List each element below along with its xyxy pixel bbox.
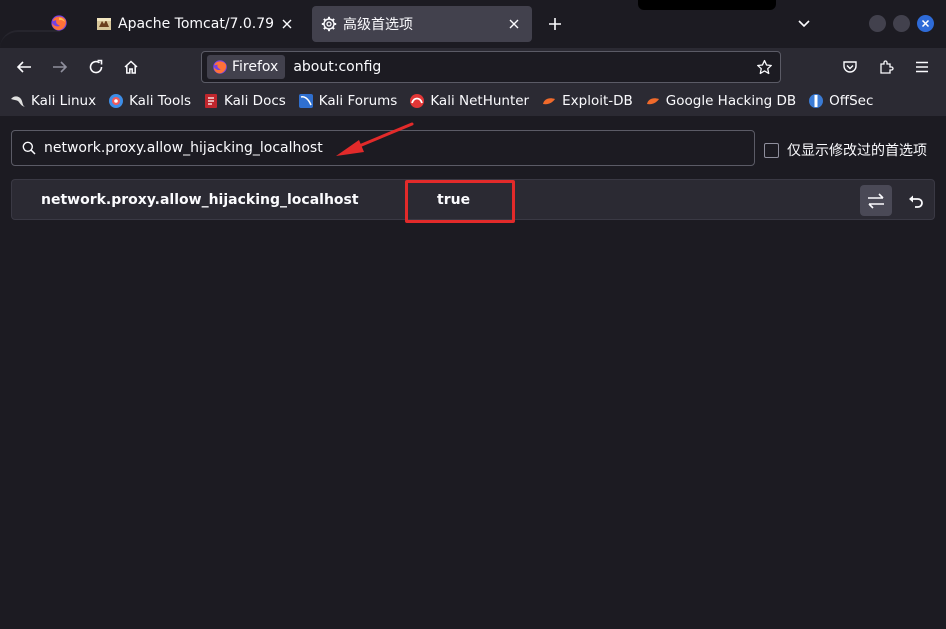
pocket-icon <box>843 61 857 73</box>
titlebar-notch <box>638 0 776 10</box>
home-icon <box>124 60 138 74</box>
hamburger-menu-icon <box>916 61 928 73</box>
identity-box[interactable]: Firefox <box>207 55 286 79</box>
show-modified-only-label: 仅显示修改过的首选项 <box>787 143 927 159</box>
reset-button[interactable] <box>900 185 932 216</box>
pocket-button[interactable] <box>836 53 864 81</box>
bookmarks-toolbar: Kali Linux Kali Tools Kali Docs Kali For… <box>0 86 946 116</box>
list-all-tabs-button[interactable] <box>792 12 816 36</box>
forward-button[interactable] <box>46 53 74 81</box>
tomcat-icon <box>97 18 111 30</box>
toggle-arrows-icon <box>868 192 884 209</box>
kali-forums-icon <box>298 94 313 108</box>
firefox-logo-icon <box>213 60 227 74</box>
exploit-db-icon <box>543 98 556 105</box>
navigation-toolbar: Firefox <box>0 48 946 86</box>
url-bar[interactable]: Firefox <box>201 51 781 83</box>
annotation-arrow-icon <box>336 122 414 156</box>
tab-strip: Apache Tomcat/7.0.79 高级首选项 <box>0 0 946 48</box>
url-input[interactable] <box>293 59 750 75</box>
minimize-button[interactable] <box>869 15 886 32</box>
show-modified-only-checkbox[interactable] <box>764 142 779 158</box>
plus-icon <box>549 18 561 30</box>
tab-tomcat[interactable]: Apache Tomcat/7.0.79 <box>87 6 305 42</box>
extensions-button[interactable] <box>872 53 900 81</box>
bookmark-label: Kali Tools <box>129 93 191 109</box>
pref-name: network.proxy.allow_hijacking_localhost <box>41 192 359 208</box>
nethunter-icon <box>410 94 425 108</box>
bookmark-kali-nethunter[interactable]: Kali NetHunter <box>409 93 529 109</box>
app-menu-button[interactable] <box>908 53 936 81</box>
undo-icon <box>909 195 923 208</box>
search-icon <box>22 141 36 155</box>
kali-wallpaper-edge <box>0 30 60 48</box>
bookmark-offsec[interactable]: OffSec <box>808 93 873 109</box>
identity-label: Firefox <box>232 59 279 75</box>
bookmark-google-hacking-db[interactable]: Google Hacking DB <box>645 93 796 109</box>
close-icon <box>921 19 930 28</box>
tab-about-config[interactable]: 高级首选项 <box>312 6 532 42</box>
back-arrow-icon <box>16 61 31 73</box>
bookmark-kali-forums[interactable]: Kali Forums <box>298 93 398 109</box>
kali-tools-icon <box>109 94 124 108</box>
new-tab-button[interactable] <box>543 12 567 36</box>
star-icon <box>756 59 772 74</box>
tab-label: 高级首选项 <box>343 17 413 33</box>
kali-docs-icon <box>205 94 217 108</box>
bookmark-star-button[interactable] <box>750 53 778 81</box>
bookmark-kali-tools[interactable]: Kali Tools <box>108 93 191 109</box>
puzzle-icon <box>880 60 894 74</box>
bookmark-label: OffSec <box>829 93 874 109</box>
gear-icon <box>321 16 337 32</box>
bookmark-label: Kali Linux <box>31 93 97 109</box>
bookmark-label: Google Hacking DB <box>665 93 797 109</box>
forward-arrow-icon <box>53 61 68 73</box>
bookmark-kali-linux[interactable]: Kali Linux <box>10 93 96 109</box>
reload-button[interactable] <box>82 53 110 81</box>
ghdb-icon <box>646 98 659 105</box>
bookmark-label: Kali NetHunter <box>430 93 530 109</box>
close-window-button[interactable] <box>917 15 934 32</box>
home-button[interactable] <box>117 53 145 81</box>
reload-icon <box>89 59 103 74</box>
close-tab-icon[interactable] <box>275 12 299 36</box>
chevron-down-icon <box>798 20 810 28</box>
annotation-highlight-box <box>405 180 515 223</box>
bookmark-kali-docs[interactable]: Kali Docs <box>203 93 286 109</box>
bookmark-label: Kali Docs <box>224 93 286 109</box>
bookmark-label: Kali Forums <box>318 93 398 109</box>
maximize-button[interactable] <box>893 15 910 32</box>
bookmark-exploit-db[interactable]: Exploit-DB <box>541 93 633 109</box>
back-button[interactable] <box>10 53 38 81</box>
close-tab-icon[interactable] <box>502 12 526 36</box>
offsec-icon <box>809 94 824 108</box>
kali-dragon-icon <box>11 96 25 107</box>
show-modified-only-toggle[interactable]: 仅显示修改过的首选项 <box>764 140 927 160</box>
tab-label: Apache Tomcat/7.0.79 <box>118 16 275 32</box>
bookmark-label: Exploit-DB <box>562 93 633 109</box>
toggle-button[interactable] <box>860 185 892 216</box>
firefox-view-icon[interactable] <box>50 14 68 32</box>
